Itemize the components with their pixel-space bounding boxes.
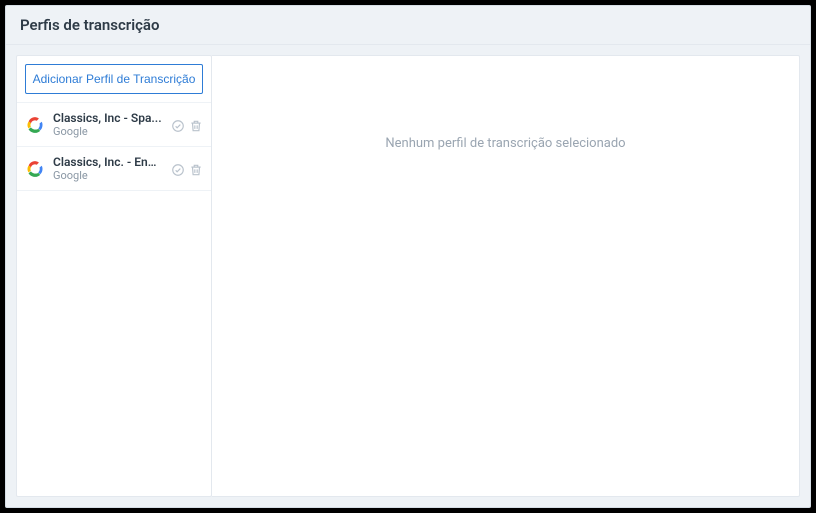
google-cloud-icon	[25, 159, 45, 179]
profiles-list: Classics, Inc - Spa... Google	[17, 102, 211, 496]
google-cloud-icon	[25, 115, 45, 135]
trash-icon[interactable]	[189, 162, 203, 176]
list-item[interactable]: Classics, Inc - Spa... Google	[17, 102, 211, 147]
trash-icon[interactable]	[189, 118, 203, 132]
list-item-text: Classics, Inc - Spa... Google	[53, 111, 163, 138]
list-item-text: Classics, Inc. - Eng... Google	[53, 155, 163, 182]
list-item[interactable]: Classics, Inc. - Eng... Google	[17, 147, 211, 191]
panel-body: Adicionar Perfil de Transcrição	[6, 45, 810, 507]
empty-state-message: Nenhum perfil de transcrição selecionado	[385, 136, 625, 151]
list-item-subtitle: Google	[53, 125, 163, 138]
page-title: Perfis de transcrição	[20, 16, 796, 34]
panel-header: Perfis de transcrição	[6, 6, 810, 45]
add-profile-button[interactable]: Adicionar Perfil de Transcrição	[25, 64, 203, 94]
list-item-title: Classics, Inc. - Eng...	[53, 155, 163, 169]
list-item-actions	[171, 162, 203, 176]
check-circle-icon[interactable]	[171, 118, 185, 132]
list-item-actions	[171, 118, 203, 132]
list-item-subtitle: Google	[53, 169, 163, 182]
profiles-sidebar: Adicionar Perfil de Transcrição	[16, 55, 212, 497]
profile-detail-area: Nenhum perfil de transcrição selecionado	[212, 55, 800, 497]
list-item-title: Classics, Inc - Spa...	[53, 111, 163, 125]
transcription-profiles-panel: Perfis de transcrição Adicionar Perfil d…	[5, 5, 811, 508]
check-circle-icon[interactable]	[171, 162, 185, 176]
